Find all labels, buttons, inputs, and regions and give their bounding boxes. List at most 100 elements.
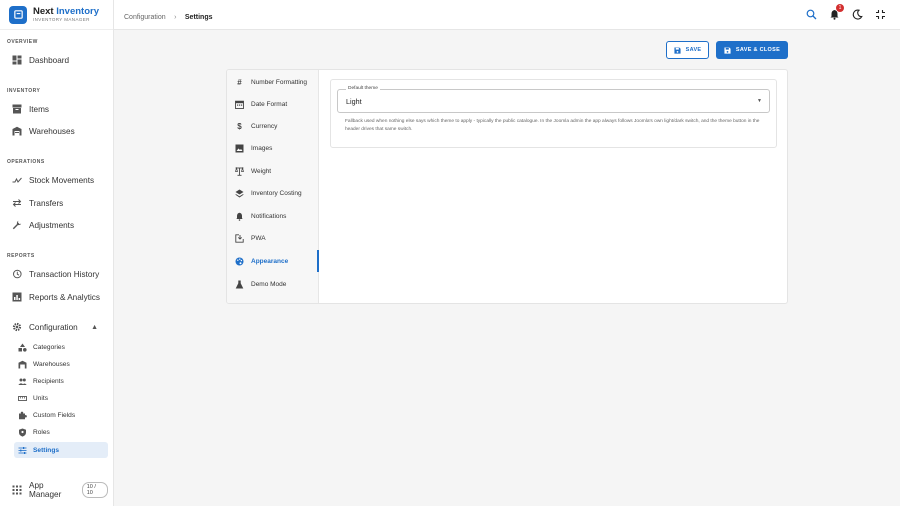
sidebar-subitem-warehouses[interactable]: Warehouses xyxy=(14,356,108,372)
tab-label: PWA xyxy=(251,234,266,242)
appearance-panel: Default theme Light ▼ Fallback used when… xyxy=(330,79,777,148)
theme-toggle-moon-icon[interactable] xyxy=(851,8,863,20)
sidebar-item-label: Dashboard xyxy=(29,55,70,65)
default-theme-value: Light xyxy=(346,97,362,106)
gear-icon xyxy=(12,322,22,332)
palette-icon xyxy=(235,257,244,266)
sidebar-subitem-label: Categories xyxy=(33,343,65,351)
tab-label: Weight xyxy=(251,167,272,175)
sidebar-subitem-recipients[interactable]: Recipients xyxy=(14,373,108,389)
sidebar-subitem-label: Units xyxy=(33,394,49,402)
install-app-icon xyxy=(235,233,244,243)
ruler-icon xyxy=(18,394,27,403)
sidebar-subitem-custom-fields[interactable]: Custom Fields xyxy=(14,407,108,423)
sidebar-item-configuration[interactable]: Configuration ▲ xyxy=(6,318,108,336)
bar-chart-icon xyxy=(12,292,22,302)
scale-icon xyxy=(235,166,244,176)
sidebar-item-reports-analytics[interactable]: Reports & Analytics xyxy=(6,288,108,306)
tab-notifications[interactable]: Notifications xyxy=(227,205,319,227)
sidebar-item-transaction-history[interactable]: Transaction History xyxy=(6,265,108,283)
sidebar-item-transfers[interactable]: Transfers xyxy=(6,194,108,212)
top-bar: Configuration › Settings 1 xyxy=(114,0,900,30)
inventory-icon xyxy=(12,104,22,114)
tab-appearance[interactable]: Appearance xyxy=(227,250,319,272)
brand-name: Next Inventory xyxy=(33,5,99,17)
settings-tabs: # Number Formatting Date Format $ Curren… xyxy=(227,70,319,303)
dropdown-arrow-icon: ▼ xyxy=(757,98,762,104)
sidebar-item-label: Adjustments xyxy=(29,220,75,230)
stock-movements-icon xyxy=(12,175,22,185)
section-label-overview: OVERVIEW xyxy=(7,39,38,45)
transfer-icon xyxy=(12,198,22,208)
default-theme-select[interactable]: Default theme Light ▼ xyxy=(337,86,770,113)
save-button[interactable]: SAVE xyxy=(666,41,709,59)
sidebar-item-label: Items xyxy=(29,104,50,114)
save-and-close-label: SAVE & CLOSE xyxy=(735,47,781,53)
sidebar: Next Inventory INVENTORY MANAGER OVERVIE… xyxy=(0,0,114,506)
sidebar-item-label: Stock Movements xyxy=(29,175,95,185)
warehouse-icon xyxy=(12,126,22,136)
app-logo-icon xyxy=(9,5,27,24)
sidebar-subitem-label: Recipients xyxy=(33,377,64,385)
save-and-close-button[interactable]: SAVE & CLOSE xyxy=(716,41,788,59)
sidebar-item-items[interactable]: Items xyxy=(6,100,108,118)
tab-date-format[interactable]: Date Format xyxy=(227,93,319,115)
breadcrumb-separator: › xyxy=(174,13,177,21)
tab-currency[interactable]: $ Currency xyxy=(227,115,319,137)
default-theme-label: Default theme xyxy=(346,86,380,91)
tab-images[interactable]: Images xyxy=(227,137,319,159)
notifications-button[interactable]: 1 xyxy=(828,4,844,20)
tab-label: Date Format xyxy=(251,100,288,108)
section-label-operations: OPERATIONS xyxy=(7,159,45,165)
sidebar-subitem-units[interactable]: Units xyxy=(14,390,108,406)
sidebar-subitem-settings[interactable]: Settings xyxy=(14,442,108,458)
sidebar-item-label: Configuration xyxy=(29,322,78,332)
tab-weight[interactable]: Weight xyxy=(227,160,319,182)
tab-label: Notifications xyxy=(251,212,287,220)
default-theme-helper-text: Fallback used when nothing else says whi… xyxy=(345,119,760,132)
save-button-label: SAVE xyxy=(685,47,702,53)
breadcrumb-current: Settings xyxy=(184,13,213,21)
dollar-icon: $ xyxy=(237,121,242,131)
sidebar-item-dashboard[interactable]: Dashboard xyxy=(6,51,108,69)
settings-card: # Number Formatting Date Format $ Curren… xyxy=(226,69,788,304)
sidebar-subitem-label: Custom Fields xyxy=(33,411,76,419)
brand-subtitle: INVENTORY MANAGER xyxy=(33,17,90,22)
sidebar-subitem-categories[interactable]: Categories xyxy=(14,339,108,355)
tab-label: Appearance xyxy=(251,257,289,265)
sidebar-item-app-manager[interactable]: App Manager 10 / 10 xyxy=(6,481,108,499)
people-icon xyxy=(18,377,27,386)
history-icon xyxy=(12,269,22,279)
sidebar-item-label: Transaction History xyxy=(29,269,100,279)
tab-pwa[interactable]: PWA xyxy=(227,227,319,249)
sidebar-item-stock-movements[interactable]: Stock Movements xyxy=(6,171,108,189)
section-label-inventory: INVENTORY xyxy=(7,88,41,94)
breadcrumb-configuration[interactable]: Configuration xyxy=(124,14,166,21)
tab-demo-mode[interactable]: Demo Mode xyxy=(227,273,319,295)
calendar-icon xyxy=(235,100,244,109)
sidebar-subitem-label: Warehouses xyxy=(33,360,70,368)
sidebar-item-adjustments[interactable]: Adjustments xyxy=(6,216,108,234)
brand[interactable]: Next Inventory INVENTORY MANAGER xyxy=(0,0,113,30)
tab-label: Inventory Costing xyxy=(251,189,302,197)
warehouse-icon xyxy=(18,360,27,369)
fullscreen-exit-icon[interactable] xyxy=(874,8,886,20)
dashboard-icon xyxy=(12,55,22,65)
wrench-icon xyxy=(12,220,22,230)
sidebar-item-label: Warehouses xyxy=(29,126,75,136)
sidebar-subitem-roles[interactable]: Roles xyxy=(14,424,108,440)
apps-grid-icon xyxy=(12,485,22,495)
save-icon xyxy=(724,46,731,54)
search-icon[interactable] xyxy=(805,8,817,20)
notification-count-badge: 1 xyxy=(836,4,844,12)
sidebar-item-warehouses[interactable]: Warehouses xyxy=(6,122,108,140)
tab-label: Currency xyxy=(251,122,278,130)
sidebar-item-label: Reports & Analytics xyxy=(29,292,100,302)
tab-label: Images xyxy=(251,144,273,152)
sidebar-subitem-label: Settings xyxy=(33,446,60,454)
shield-icon xyxy=(18,428,27,437)
tab-inventory-costing[interactable]: Inventory Costing xyxy=(227,182,319,204)
tab-number-formatting[interactable]: # Number Formatting xyxy=(227,71,319,93)
save-icon xyxy=(674,46,681,54)
categories-icon xyxy=(18,343,27,352)
